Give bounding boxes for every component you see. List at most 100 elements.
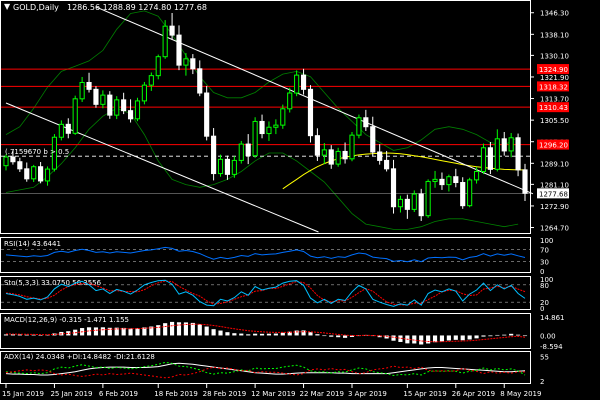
- candle: [127, 99, 134, 123]
- candle: [134, 97, 141, 122]
- time-tick-label: 22 Mar 2019: [300, 390, 344, 398]
- macd-bar: [329, 335, 334, 337]
- candle-body: [473, 170, 480, 181]
- stochastic-tick-label: 0: [540, 305, 544, 313]
- level-price-tag: 1310.43: [537, 102, 569, 113]
- candle: [183, 53, 189, 76]
- candle: [238, 140, 244, 164]
- candle-body: [314, 135, 320, 156]
- candle-body: [411, 193, 417, 210]
- candle: [3, 154, 9, 171]
- candle-body: [148, 75, 154, 86]
- candle-body: [107, 94, 113, 116]
- candle-body: [439, 178, 445, 186]
- candle: [439, 172, 445, 190]
- candle: [425, 179, 431, 218]
- candle: [460, 177, 466, 209]
- candle-body: [38, 166, 44, 182]
- macd-bar: [218, 330, 223, 336]
- price-tag-label: 1277.68: [539, 190, 568, 198]
- macd-bar: [204, 326, 209, 336]
- macd-bar: [467, 335, 472, 340]
- price-panel: [0, 0, 531, 234]
- price-tick-label: 1330.10: [540, 52, 569, 60]
- candle-body: [370, 126, 376, 153]
- trend-lines: [5, 6, 534, 233]
- candle: [259, 114, 265, 139]
- candle: [100, 90, 106, 109]
- candle-body: [418, 193, 424, 217]
- candle: [307, 85, 314, 143]
- chart-svg: ▼ GOLD,Daily 1286.56 1288.89 1274.80 127…: [0, 0, 569, 398]
- price-tick-label: 1281.10: [540, 181, 569, 189]
- macd-axis: 14.861 0.00 -8.594: [540, 314, 565, 351]
- candle-body: [169, 25, 175, 36]
- candle: [252, 117, 258, 158]
- price-tag-label: 1310.43: [539, 104, 568, 112]
- candle-body: [425, 180, 431, 217]
- candle-body: [480, 147, 487, 172]
- macd-bar: [522, 335, 528, 337]
- candle: [273, 119, 279, 135]
- candle: [508, 133, 514, 158]
- candle: [204, 85, 210, 141]
- candle: [300, 68, 307, 95]
- macd-bar: [163, 323, 168, 336]
- candle-body: [72, 98, 78, 134]
- candle: [17, 157, 23, 172]
- candle-body: [252, 120, 258, 157]
- candle: [411, 190, 417, 212]
- stochastic-lines: [1, 279, 530, 307]
- macd-bar: [502, 334, 507, 336]
- candle-body: [79, 81, 85, 100]
- time-tick-label: 18 Feb 2019: [154, 390, 198, 398]
- candle-body: [224, 158, 231, 175]
- candle: [176, 25, 182, 71]
- candle-body: [460, 182, 466, 207]
- candle-body: [86, 81, 92, 90]
- candle: [169, 13, 175, 40]
- macd-bar: [495, 334, 500, 336]
- candle: [321, 143, 327, 165]
- candle-body: [280, 108, 286, 126]
- candle-body: [3, 156, 9, 167]
- time-tick-label: 3 Apr 2019: [348, 390, 387, 398]
- candle: [86, 72, 92, 93]
- candle-body: [93, 88, 99, 105]
- current-price-tag: 1277.68: [537, 188, 569, 199]
- candle: [349, 131, 355, 162]
- candle-body: [190, 58, 196, 70]
- symbol-dropdown-icon[interactable]: ▼: [4, 2, 11, 11]
- candle-body: [467, 179, 473, 207]
- macd-bars: [3, 321, 528, 345]
- candle-body: [487, 147, 493, 170]
- chart-symbol-label: GOLD,Daily: [13, 3, 59, 12]
- candle-body: [183, 58, 189, 66]
- time-tick-label: 15 Jan 2019: [2, 390, 44, 398]
- candle-body: [121, 99, 127, 112]
- macd-bar: [93, 327, 99, 336]
- macd-bar: [315, 334, 320, 336]
- price-tags: 1324.90 1318.32 1310.43 1296.20 1277.68: [537, 64, 569, 199]
- candle: [487, 141, 493, 175]
- price-tick-label: 1289.10: [540, 160, 569, 168]
- candle: [245, 134, 251, 165]
- candle: [370, 116, 376, 157]
- candle: [501, 131, 507, 156]
- price-tag-label: 1318.32: [539, 83, 568, 91]
- adx-axis: 55 2: [540, 353, 549, 386]
- time-tick-label: 8 May 2019: [500, 390, 541, 398]
- candle-body: [384, 159, 390, 170]
- candle: [38, 161, 44, 184]
- candle: [72, 95, 78, 135]
- candle-body: [127, 110, 134, 120]
- fib-level-label: (.7159670 b > 0.5: [5, 148, 69, 156]
- candle-body: [501, 138, 507, 152]
- macd-bar: [322, 335, 327, 337]
- candle-body: [508, 137, 514, 152]
- macd-bar: [460, 335, 465, 341]
- candle-body: [294, 74, 300, 94]
- candle: [121, 92, 127, 115]
- rsi-axis: 10070 300: [540, 237, 553, 276]
- adx-tick-label: 2: [540, 378, 544, 386]
